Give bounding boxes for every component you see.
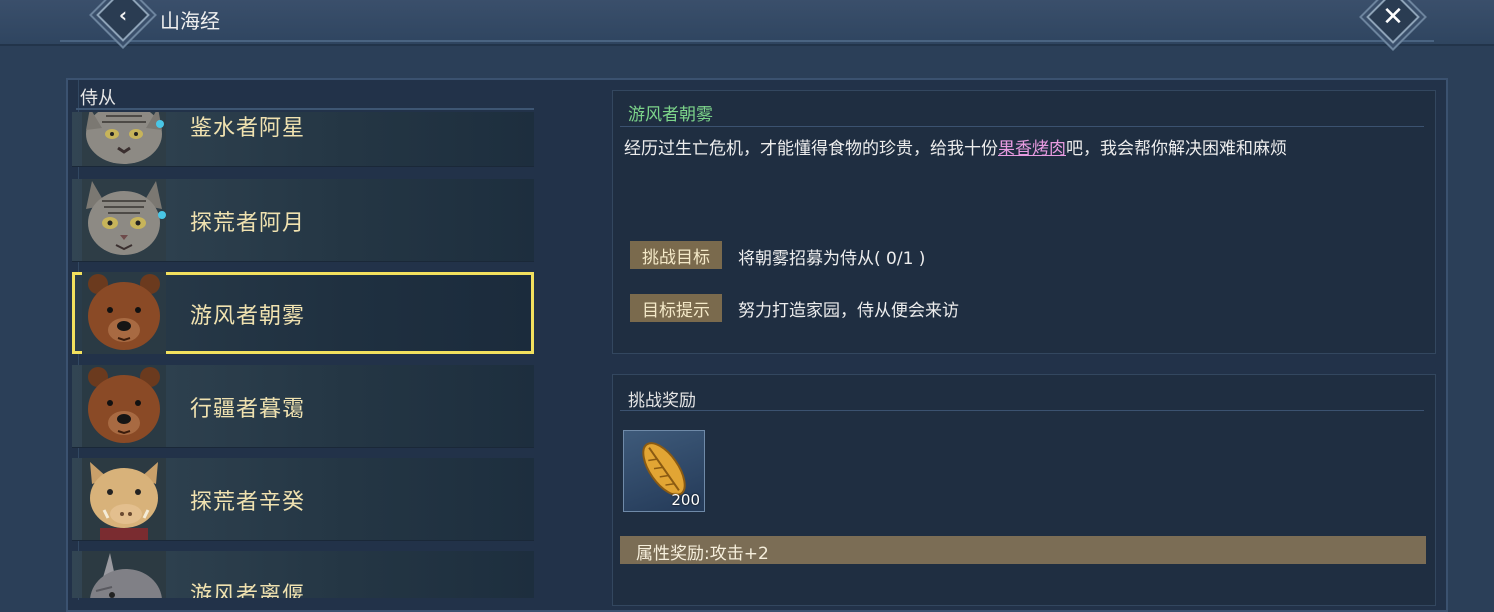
companion-card[interactable]: 游风者离偃	[72, 551, 534, 598]
goal-tag: 挑战目标	[630, 241, 722, 269]
companion-card[interactable]: 探荒者阿月	[72, 179, 534, 262]
back-chevron-icon: ‹	[118, 2, 128, 27]
companion-name: 探荒者阿月	[190, 211, 306, 236]
companion-detail-panel	[612, 90, 1436, 354]
companion-name: 游风者朝雾	[190, 304, 306, 329]
detail-name: 游风者朝雾	[628, 105, 713, 125]
cat-portrait-icon	[82, 179, 166, 261]
page-title: 山海经	[160, 9, 220, 33]
highlight-item-link[interactable]: 果香烤肉	[998, 139, 1066, 159]
companion-list-header: 侍从	[80, 88, 116, 109]
hint-tag: 目标提示	[630, 294, 722, 322]
companion-name: 探荒者辛癸	[190, 490, 306, 515]
description-text: 经历过生亡危机，才能懂得食物的珍贵，给我十份	[624, 139, 998, 159]
detail-description: 经历过生亡危机，才能懂得食物的珍贵，给我十份果香烤肉吧，我会帮你解决困难和麻烦	[624, 134, 1287, 159]
rhino-portrait-icon	[82, 551, 166, 598]
companion-card[interactable]: 鉴水者阿星	[72, 112, 534, 167]
companion-list[interactable]: 鉴水者阿星 探荒者阿月 游风者朝雾 行疆者暮霭 探荒者辛癸 游风者离偃	[70, 112, 540, 598]
companion-card-selected[interactable]: 游风者朝雾	[72, 272, 534, 354]
companion-card[interactable]: 行疆者暮霭	[72, 365, 534, 448]
divider	[76, 108, 534, 110]
reward-title: 挑战奖励	[628, 391, 696, 411]
attribute-reward-text: 属性奖励:攻击+2	[636, 544, 769, 564]
close-icon: ✕	[1382, 1, 1404, 32]
bear-portrait-icon	[82, 365, 166, 447]
divider	[620, 410, 1424, 411]
reward-count: 200	[671, 491, 700, 509]
companion-name: 行疆者暮霭	[190, 397, 306, 422]
bear-portrait-icon	[82, 272, 166, 354]
cat-portrait-icon	[82, 112, 166, 166]
reward-item-slot[interactable]: 200	[623, 430, 705, 512]
reward-panel	[612, 374, 1436, 606]
companion-card[interactable]: 探荒者辛癸	[72, 458, 534, 541]
divider	[620, 126, 1424, 127]
goal-text: 将朝雾招募为侍从( 0/1 )	[738, 249, 926, 269]
boar-portrait-icon	[82, 458, 166, 540]
hint-text: 努力打造家园，侍从便会来访	[738, 301, 959, 321]
top-bar	[0, 0, 1494, 46]
description-text: 吧，我会帮你解决困难和麻烦	[1066, 139, 1287, 159]
companion-name: 游风者离偃	[190, 583, 306, 598]
companion-name: 鉴水者阿星	[190, 116, 306, 141]
